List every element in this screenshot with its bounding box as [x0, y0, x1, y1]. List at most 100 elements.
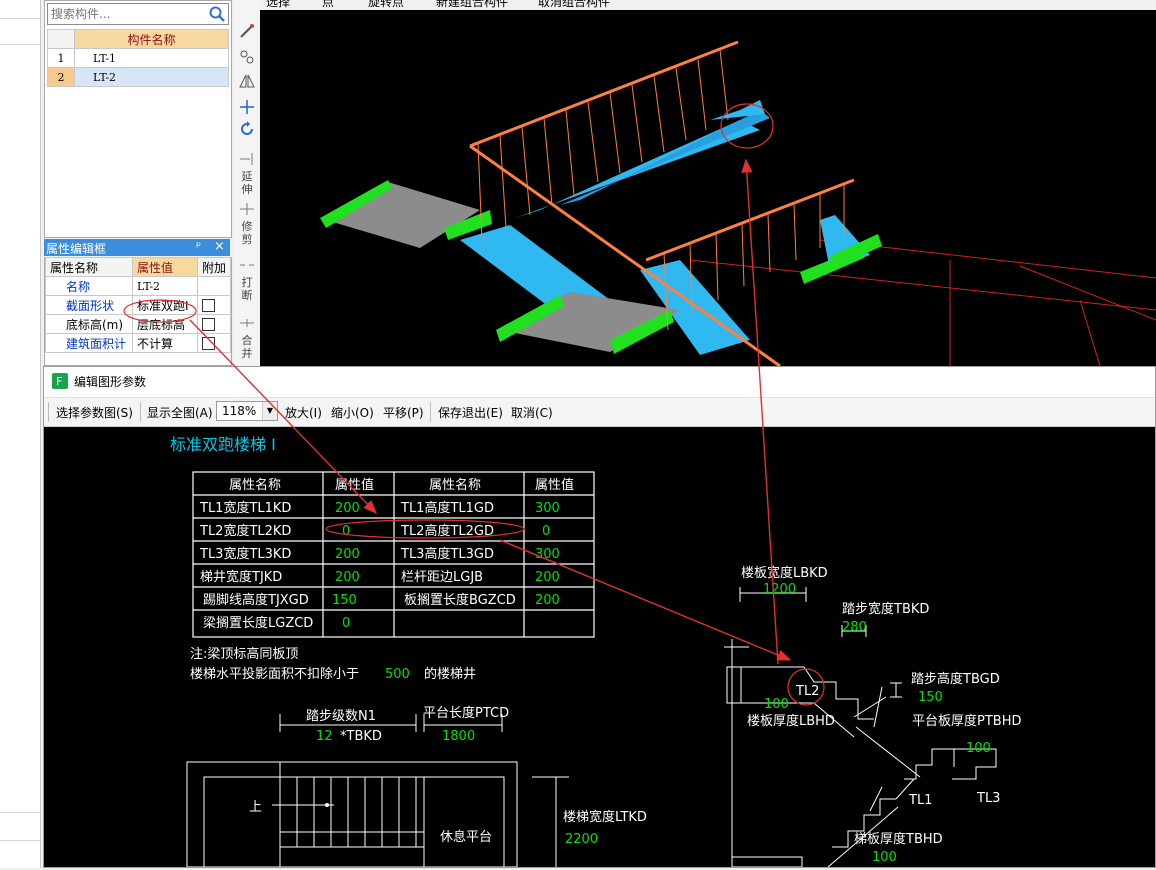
corner-cell [47, 29, 75, 49]
step-height-value[interactable]: 150 [918, 690, 943, 705]
param-name: 栏杆距边LGJB [401, 570, 483, 585]
move-icon[interactable] [238, 98, 256, 116]
show-all-button[interactable]: 显示全图(A) [147, 404, 213, 421]
param-value[interactable]: 0 [342, 616, 350, 631]
step-width-value[interactable]: 280 [842, 620, 867, 635]
slab-thick-value[interactable]: 100 [872, 850, 897, 865]
param-value[interactable]: 200 [535, 593, 560, 608]
parameter-diagram-canvas[interactable]: 标准双跑楼梯 I 属性名称 属性值 属性名称 属性值 TL1宽度TL1KD 20 [44, 427, 1155, 868]
left-edge-panel [0, 0, 41, 868]
extend-icon[interactable] [238, 150, 256, 168]
close-icon[interactable]: × [214, 239, 225, 254]
property-name: 建筑面积计 [45, 333, 133, 353]
param-value[interactable]: 200 [335, 501, 360, 516]
platform-length-value[interactable]: 1800 [442, 729, 475, 744]
stair-width-value[interactable]: 2200 [565, 832, 598, 847]
component-name[interactable]: LT-1 [74, 48, 229, 68]
floor-width-label: 楼板宽度LBKD [741, 565, 828, 581]
table-row[interactable]: 1 LT-1 [47, 48, 229, 68]
pan-button[interactable]: 平移(P) [383, 404, 424, 421]
extra-checkbox[interactable] [202, 318, 215, 331]
param-value[interactable]: 300 [535, 501, 560, 516]
save-exit-button[interactable]: 保存退出(E) [438, 404, 503, 421]
property-row[interactable]: 截面形状 标准双跑I [45, 295, 231, 315]
zoom-out-button[interactable]: 缩小(O) [331, 404, 374, 421]
param-name: TL1高度TL1GD [400, 500, 494, 516]
dialog-titlebar: F 编辑图形参数 [44, 367, 1155, 395]
note-area-prefix: 楼梯水平投影面积不扣除小于 [190, 666, 359, 682]
property-extra-header: 附加 [197, 257, 231, 277]
property-row[interactable]: 建筑面积计 不计算 [45, 333, 231, 353]
floor-width-value[interactable]: 1200 [763, 582, 796, 597]
chevron-down-icon[interactable]: ▼ [262, 402, 277, 420]
param-name: 梁搁置长度LGZCD [203, 615, 313, 631]
component-table: 构件名称 1 LT-1 2 LT-2 [47, 29, 229, 87]
extra-checkbox[interactable] [202, 299, 215, 312]
copy-icon[interactable] [238, 48, 256, 66]
property-panel-title: 属性编辑框 [46, 242, 107, 256]
param-name: TL2宽度TL2KD [199, 523, 291, 539]
extend-label[interactable]: 延伸 [240, 170, 254, 196]
property-value[interactable]: LT-2 [132, 276, 198, 296]
note-area-suffix: 的楼梯井 [424, 666, 476, 682]
mirror-icon[interactable] [238, 72, 256, 90]
floor-thick-label: 楼板厚度LBHD [747, 713, 835, 729]
tl3-label: TL3 [976, 791, 1000, 806]
pin-icon[interactable]: ᵖ [196, 239, 201, 253]
table-row-selected[interactable]: 2 LT-2 [47, 67, 229, 87]
param-value[interactable]: 200 [535, 570, 560, 585]
select-param-diagram-button[interactable]: 选择参数图(S) [56, 404, 133, 421]
param-value[interactable]: 150 [332, 593, 357, 608]
search-icon[interactable] [208, 5, 226, 23]
rotate-icon[interactable] [238, 120, 256, 138]
zoom-select[interactable]: 118% ▼ [216, 401, 278, 421]
3d-viewport[interactable] [260, 10, 1156, 368]
break-label[interactable]: 打断 [240, 276, 254, 302]
component-name[interactable]: LT-2 [74, 67, 229, 87]
top-toolbar: 选择 点 旋转点 新建组合构件 取消组合构件 [260, 0, 1156, 10]
property-extra [197, 333, 231, 353]
merge-icon[interactable] [238, 314, 256, 332]
point-tool[interactable]: 点 [322, 0, 334, 10]
property-value[interactable]: 层底标高 [132, 314, 198, 334]
vertical-toolbar: 延伸 修剪 打断 合并 [234, 0, 261, 366]
search-input[interactable] [48, 4, 204, 24]
extra-checkbox[interactable] [202, 337, 215, 350]
property-value[interactable]: 不计算 [132, 333, 198, 353]
cancel-group-tool[interactable]: 取消组合构件 [538, 0, 610, 10]
step-count-value[interactable]: 12 [316, 729, 333, 744]
floor-thick-value[interactable]: 100 [764, 697, 789, 712]
property-row[interactable]: 名称 LT-2 [45, 276, 231, 296]
brush-icon[interactable] [238, 22, 256, 40]
break-icon[interactable] [238, 256, 256, 274]
platform-length-label: 平台长度PTCD [423, 705, 509, 721]
param-value[interactable]: 300 [535, 547, 560, 562]
rotate-point-tool[interactable]: 旋转点 [368, 0, 404, 10]
step-count-suffix: *TBKD [340, 729, 382, 744]
property-name: 名称 [45, 276, 133, 296]
trim-label[interactable]: 修剪 [240, 220, 254, 246]
property-extra [197, 276, 231, 296]
cancel-button[interactable]: 取消(C) [511, 404, 553, 421]
table-row: 梁搁置长度LGZCD 0 [203, 615, 350, 631]
param-value[interactable]: 0 [342, 524, 350, 539]
merge-label[interactable]: 合并 [240, 334, 254, 360]
row-index: 2 [47, 67, 75, 87]
platform-thick-value[interactable]: 100 [966, 741, 991, 756]
param-name: TL3宽度TL3KD [199, 546, 291, 562]
property-name-header: 属性名称 [45, 257, 133, 277]
search-box[interactable] [47, 3, 229, 25]
edit-shape-dialog: F 编辑图形参数 选择参数图(S) 显示全图(A) 118% ▼ 放大(I) 缩… [43, 366, 1156, 868]
note-area-value[interactable]: 500 [385, 667, 410, 682]
param-value[interactable]: 200 [335, 547, 360, 562]
new-group-tool[interactable]: 新建组合构件 [436, 0, 508, 10]
param-value[interactable]: 200 [335, 570, 360, 585]
zoom-in-button[interactable]: 放大(I) [285, 404, 322, 421]
select-tool[interactable]: 选择 [266, 0, 290, 10]
param-value[interactable]: 0 [542, 524, 550, 539]
param-name: 梯井宽度TJKD [200, 569, 282, 585]
zoom-value: 118% [222, 404, 257, 418]
property-value[interactable]: 标准双跑I [132, 295, 198, 315]
property-row[interactable]: 底标高(m) 层底标高 [45, 314, 231, 334]
trim-icon[interactable] [238, 200, 256, 218]
